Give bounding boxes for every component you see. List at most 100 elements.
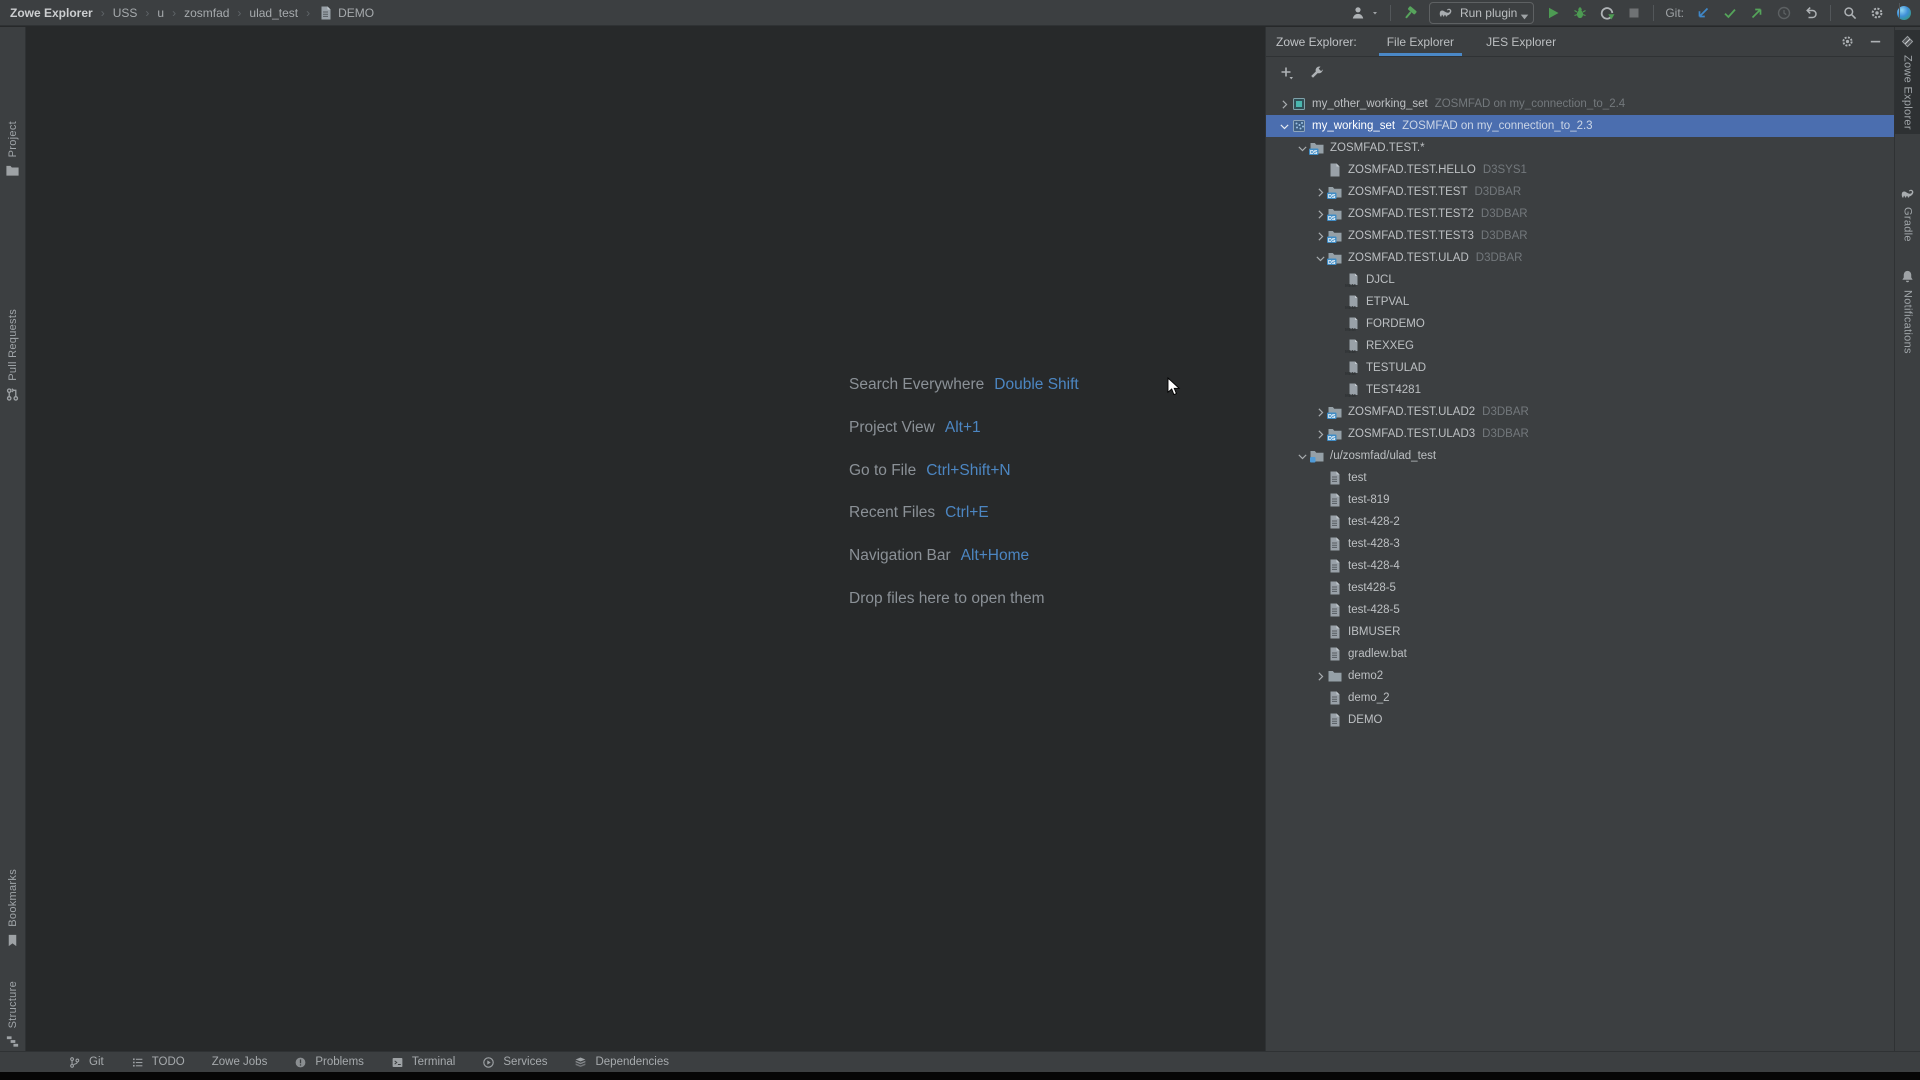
breadcrumb-item[interactable]: DEMO (318, 5, 374, 21)
tree-row[interactable]: test-428-2 (1266, 511, 1894, 533)
left-tool-stripe: Project Pull Requests Bookmarks Structure (0, 27, 26, 1051)
settings-icon[interactable] (1869, 5, 1885, 21)
tab-jes-explorer[interactable]: JES Explorer (1482, 27, 1560, 56)
tree-row[interactable]: DSZOSMFAD.TEST.TESTD3DBAR (1266, 181, 1894, 203)
run-configuration-button[interactable]: Run plugin (1429, 2, 1534, 24)
chevron-right-icon[interactable] (1313, 404, 1327, 420)
chevron-right-icon[interactable] (1313, 206, 1327, 222)
tree-row[interactable]: DSZOSMFAD.TEST.ULADD3DBAR (1266, 247, 1894, 269)
toolwindow-button-services[interactable]: Services (482, 1054, 547, 1070)
wrench-icon[interactable] (1309, 65, 1325, 81)
tree-row[interactable]: DEMO (1266, 709, 1894, 731)
build-hammer-icon[interactable] (1402, 5, 1418, 21)
shortcut-key-label: Alt+Home (961, 547, 1030, 564)
svg-text:DS: DS (1328, 238, 1336, 244)
breadcrumb-item[interactable]: Zowe Explorer (10, 6, 93, 20)
chevron-right-icon[interactable] (1277, 96, 1291, 112)
shortcut-key-label: Double Shift (994, 376, 1078, 393)
breadcrumb-item[interactable]: zosmfad (184, 6, 229, 20)
tree-row[interactable]: test-428-4 (1266, 555, 1894, 577)
search-icon[interactable] (1842, 5, 1858, 21)
stripe-label: Pull Requests (7, 309, 19, 381)
tree-row[interactable]: test-819 (1266, 489, 1894, 511)
profiler-icon[interactable] (1599, 5, 1615, 21)
tree-item-label: test-428-4 (1348, 560, 1400, 572)
chevron-right-icon[interactable] (1313, 668, 1327, 684)
breadcrumb-item[interactable]: ulad_test (249, 6, 298, 20)
rollback-icon[interactable] (1803, 5, 1819, 21)
tree-row[interactable]: test (1266, 467, 1894, 489)
tree-row[interactable]: DSZOSMFAD.TEST.TEST3D3DBAR (1266, 225, 1894, 247)
toolwindow-button-git[interactable]: Git (68, 1054, 104, 1070)
toolwindow-button-label: Terminal (412, 1056, 455, 1068)
tree-item-label: DJCL (1366, 274, 1395, 286)
git-push-icon[interactable] (1749, 5, 1765, 21)
tool-window-title: Zowe Explorer: (1276, 27, 1357, 56)
run-icon[interactable] (1545, 5, 1561, 21)
stripe-button-project[interactable]: Project (0, 117, 25, 182)
tree-row[interactable]: MEMREXXEG (1266, 335, 1894, 357)
tree-row[interactable]: gradlew.bat (1266, 643, 1894, 665)
tree-row[interactable]: demo2 (1266, 665, 1894, 687)
tree-item-label: ZOSMFAD.TEST.ULAD3 (1348, 428, 1475, 440)
chevron-down-icon[interactable] (1295, 140, 1309, 156)
breadcrumb-item[interactable]: u (157, 6, 164, 20)
tree-item-label: ZOSMFAD.TEST.HELLO (1348, 164, 1476, 176)
stripe-button-bookmarks[interactable]: Bookmarks (0, 865, 25, 952)
git-commit-icon[interactable] (1722, 5, 1738, 21)
tree-row[interactable]: DSZOSMFAD.TEST.ULAD2D3DBAR (1266, 401, 1894, 423)
tree-row[interactable]: DSZOSMFAD.TEST.ULAD3D3DBAR (1266, 423, 1894, 445)
tree-row[interactable]: demo_2 (1266, 687, 1894, 709)
history-icon[interactable] (1776, 5, 1792, 21)
tree-row[interactable]: my_working_setZOSMFAD on my_connection_t… (1266, 115, 1894, 137)
stripe-button-notifications[interactable]: Notifications (1895, 265, 1920, 358)
breadcrumb-item[interactable]: USS (113, 6, 138, 20)
tree-row[interactable]: DSZOSMFAD.TEST.TEST2D3DBAR (1266, 203, 1894, 225)
minimize-icon[interactable] (1868, 34, 1884, 50)
chevron-down-icon[interactable] (1295, 448, 1309, 464)
toolwindow-button-problems[interactable]: Problems (294, 1054, 364, 1070)
user-icon[interactable] (1350, 5, 1366, 21)
tree-row[interactable]: test-428-5 (1266, 599, 1894, 621)
tree-row[interactable]: ZOSMFAD.TEST.HELLOD3SYS1 (1266, 159, 1894, 181)
tree-item-label: ZOSMFAD.TEST.ULAD (1348, 252, 1469, 264)
chevron-spacer (1313, 712, 1327, 728)
tab-file-explorer[interactable]: File Explorer (1383, 27, 1458, 56)
chevron-right-icon[interactable] (1313, 228, 1327, 244)
chevron-right-icon[interactable] (1313, 184, 1327, 200)
stripe-button-structure[interactable]: Structure (0, 977, 25, 1053)
tree-row[interactable]: test-428-3 (1266, 533, 1894, 555)
tree-item-label: test-428-3 (1348, 538, 1400, 550)
tree-item-label: TEST4281 (1366, 384, 1421, 396)
toolwindow-button-dependencies[interactable]: Dependencies (574, 1054, 669, 1070)
tree-row[interactable]: MEMTEST4281 (1266, 379, 1894, 401)
toolwindow-button-todo[interactable]: TODO (131, 1054, 185, 1070)
tree-row[interactable]: MEMDJCL (1266, 269, 1894, 291)
git-update-icon[interactable] (1695, 5, 1711, 21)
shortcut-action-label: Search Everywhere (849, 376, 984, 393)
tree-row[interactable]: MEMFORDEMO (1266, 313, 1894, 335)
stripe-button-zowe-explorer[interactable]: Zowe Explorer (1895, 30, 1920, 134)
tree-row[interactable]: test428-5 (1266, 577, 1894, 599)
add-icon[interactable] (1279, 65, 1295, 81)
chevron-down-icon[interactable] (1277, 118, 1291, 134)
toolwindow-button-zowe-jobs[interactable]: Zowe Jobs (212, 1056, 268, 1068)
tree-row[interactable]: IBMUSER (1266, 621, 1894, 643)
stop-icon[interactable] (1626, 5, 1642, 21)
tree-row[interactable]: my_other_working_setZOSMFAD on my_connec… (1266, 93, 1894, 115)
chevron-right-icon[interactable] (1313, 426, 1327, 442)
debug-icon[interactable] (1572, 5, 1588, 21)
toolbar-separator (1653, 5, 1654, 21)
tree-row[interactable]: MEMETPVAL (1266, 291, 1894, 313)
stripe-button-gradle[interactable]: Gradle (1895, 182, 1920, 246)
stripe-button-pull-requests[interactable]: Pull Requests (0, 305, 25, 406)
toolwindow-button-label: Dependencies (595, 1056, 669, 1068)
tool-window-tabs: File Explorer JES Explorer (1383, 27, 1560, 56)
gear-icon[interactable] (1840, 34, 1856, 50)
tree-row[interactable]: MEMTESTULAD (1266, 357, 1894, 379)
toolwindow-button-terminal[interactable]: Terminal (391, 1054, 455, 1070)
chevron-down-icon[interactable] (1313, 250, 1327, 266)
tree-row[interactable]: DSZOSMFAD.TEST.* (1266, 137, 1894, 159)
tree-item-label: REXXEG (1366, 340, 1414, 352)
tree-row[interactable]: /u/zosmfad/ulad_test (1266, 445, 1894, 467)
